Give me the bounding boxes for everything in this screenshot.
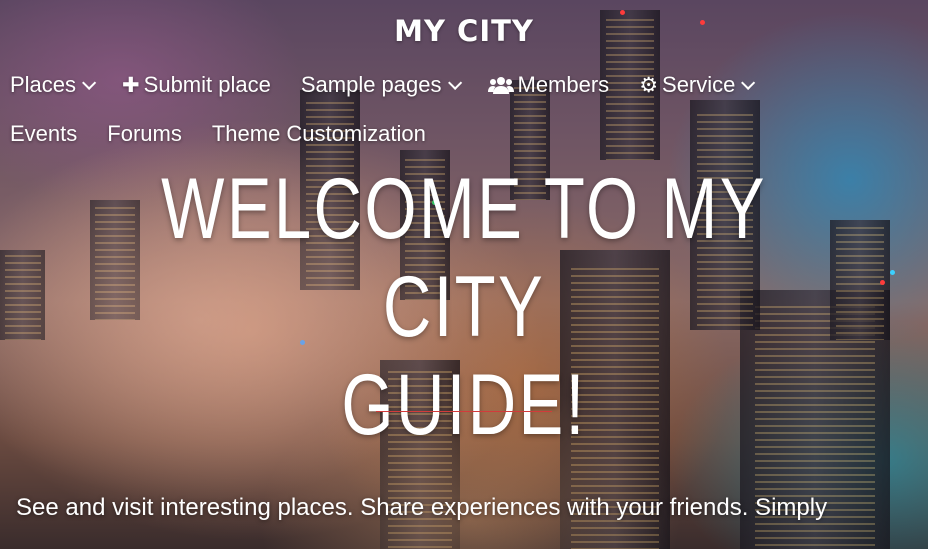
nav-forums[interactable]: Forums: [107, 121, 182, 147]
cogs-icon: ⚙: [639, 73, 659, 97]
nav-service[interactable]: ⚙ Service: [639, 72, 756, 98]
site-title[interactable]: MY CITY: [0, 14, 928, 48]
hero-tagline: See and visit interesting places. Share …: [16, 494, 828, 521]
nav-service-label: Service: [662, 72, 736, 97]
main-nav-row-1: Places ✚ Submit place Sample pages Membe…: [10, 72, 781, 98]
plus-icon: ✚: [122, 73, 140, 97]
users-icon: [487, 75, 514, 95]
nav-theme-customization[interactable]: Theme Customization: [212, 121, 426, 147]
nav-theme-customization-label: Theme Customization: [211, 121, 426, 146]
chevron-down-icon: [447, 75, 462, 90]
nav-places-label: Places: [10, 72, 77, 97]
hero-heading: WELCOME TO MY CITY GUIDE!: [102, 160, 826, 454]
nav-events-label: Events: [10, 121, 78, 146]
hero-heading-line-1: WELCOME TO MY CITY: [161, 161, 767, 355]
hero-section: MY CITY Places ✚ Submit place Sample pag…: [0, 0, 928, 549]
nav-events[interactable]: Events: [10, 121, 77, 147]
hero-heading-line-2: GUIDE!: [341, 357, 587, 453]
nav-sample-pages-label: Sample pages: [300, 72, 442, 97]
nav-members[interactable]: Members: [487, 72, 610, 98]
main-nav-row-2: Events Forums Theme Customization: [10, 121, 456, 147]
nav-submit-place-label: Submit place: [143, 72, 271, 97]
nav-submit-place[interactable]: ✚ Submit place: [122, 72, 271, 98]
nav-members-label: Members: [517, 72, 610, 97]
chevron-down-icon: [82, 75, 97, 90]
nav-forums-label: Forums: [107, 121, 182, 146]
chevron-down-icon: [741, 75, 756, 90]
nav-sample-pages[interactable]: Sample pages: [300, 72, 462, 98]
nav-places[interactable]: Places: [10, 72, 97, 98]
hero-divider: [376, 411, 552, 412]
